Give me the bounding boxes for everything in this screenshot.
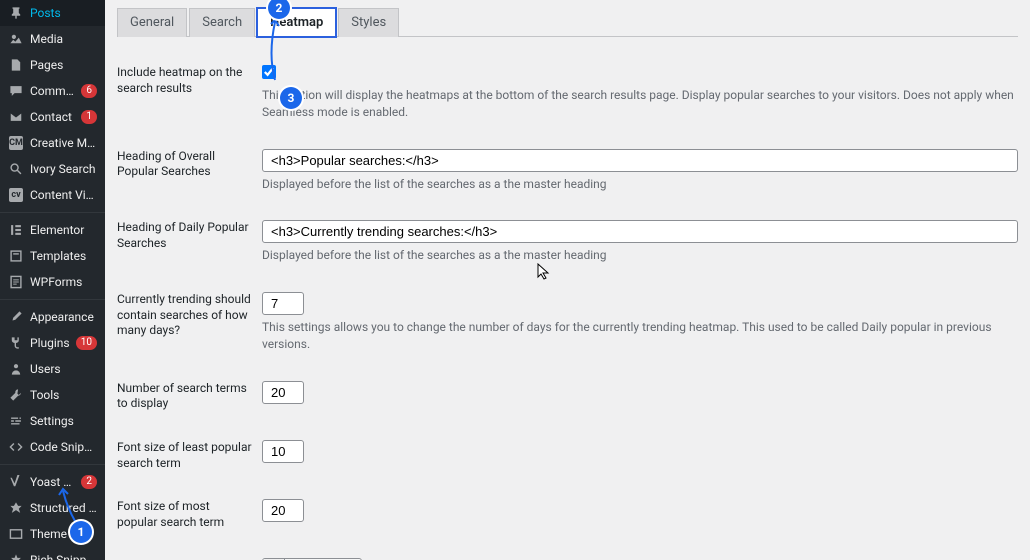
sidebar-item-ivory-search[interactable]: Ivory Search <box>0 156 105 182</box>
annotation-3: 3 <box>280 87 302 109</box>
checkbox-include-heatmap[interactable] <box>262 65 276 79</box>
sidebar-label: Tools <box>30 388 97 402</box>
sidebar-label: WPForms <box>30 275 97 289</box>
sidebar-label: Plugins <box>30 336 72 350</box>
badge: 1 <box>81 110 97 124</box>
sidebar-label: Code Snippets <box>30 440 97 454</box>
sidebar-item-settings[interactable]: Settings <box>0 408 105 434</box>
label-font-least: Font size of least popular search term <box>117 440 262 471</box>
sidebar-label: Posts <box>30 6 97 20</box>
input-trending-days[interactable] <box>262 292 304 315</box>
label-num-terms: Number of search terms to display <box>117 381 262 412</box>
label-font-most: Font size of most popular search term <box>117 499 262 530</box>
elementor-icon <box>8 222 24 238</box>
sidebar-item-users[interactable]: Users <box>0 356 105 382</box>
sidebar-item-yoast-seo[interactable]: Yoast SEO2 <box>0 469 105 495</box>
badge: 6 <box>81 84 97 98</box>
sidebar-label: Contact <box>30 110 77 124</box>
sidebar-item-templates[interactable]: Templates <box>0 243 105 269</box>
sidebar-label: Ivory Search <box>30 162 97 176</box>
input-overall-heading[interactable] <box>262 149 1018 172</box>
yoast-icon <box>8 474 24 490</box>
input-font-least[interactable] <box>262 440 304 463</box>
plug-icon <box>8 335 24 351</box>
badge: 10 <box>76 336 97 350</box>
tools-icon <box>8 387 24 403</box>
sidebar-label: Creative Mail <box>30 136 97 150</box>
cm-icon: CM <box>8 135 24 151</box>
theme-icon <box>8 526 24 542</box>
desc-trending-days: This settings allows you to change the n… <box>262 319 1018 353</box>
desc-overall-heading: Displayed before the list of the searche… <box>262 176 1018 193</box>
tab-general[interactable]: General <box>117 8 187 37</box>
wpforms-icon <box>8 274 24 290</box>
sidebar-label: Pages <box>30 58 97 72</box>
tab-search[interactable]: Search <box>189 8 255 37</box>
sidebar-item-rich-snippets[interactable]: Rich Snippets <box>0 547 105 560</box>
brush-icon <box>8 309 24 325</box>
input-daily-heading[interactable] <box>262 220 1018 243</box>
struct-icon <box>8 500 24 516</box>
sidebar-item-wpforms[interactable]: WPForms <box>0 269 105 295</box>
sidebar-label: Templates <box>30 249 97 263</box>
pin-icon <box>8 5 24 21</box>
tab-styles[interactable]: Styles <box>338 8 399 37</box>
page-icon <box>8 57 24 73</box>
users-icon <box>8 361 24 377</box>
label-trending-days: Currently trending should contain search… <box>117 292 262 353</box>
desc-daily-heading: Displayed before the list of the searche… <box>262 247 1018 264</box>
label-overall-heading: Heading of Overall Popular Searches <box>117 149 262 193</box>
sidebar-label: Appearance <box>30 310 97 324</box>
annotation-1: 1 <box>70 521 92 543</box>
code-icon <box>8 439 24 455</box>
templates-icon <box>8 248 24 264</box>
label-include-heatmap: Include heatmap on the search results <box>117 65 262 121</box>
sidebar-item-content-views[interactable]: cv Content Views <box>0 182 105 208</box>
sidebar-label: Rich Snippets <box>30 553 97 560</box>
settings-tabs: GeneralSearchHeatmapStyles <box>117 8 1018 37</box>
input-font-most[interactable] <box>262 499 304 522</box>
media-icon <box>8 31 24 47</box>
cv-icon: cv <box>8 187 24 203</box>
sidebar-item-plugins[interactable]: Plugins 10 <box>0 330 105 356</box>
sidebar-label: Comments <box>30 84 77 98</box>
sidebar-item-media[interactable]: Media <box>0 26 105 52</box>
admin-sidebar: Posts Media Pages Comments 6 Contact 1 CM Creati… <box>0 0 105 560</box>
sidebar-item-comments[interactable]: Comments 6 <box>0 78 105 104</box>
ivory-icon <box>8 161 24 177</box>
sidebar-item-posts[interactable]: Posts <box>0 0 105 26</box>
label-daily-heading: Heading of Daily Popular Searches <box>117 220 262 264</box>
sidebar-item-structured-data[interactable]: Structured Data <box>0 495 105 521</box>
sidebar-label: Settings <box>30 414 97 428</box>
sidebar-item-creative-mail[interactable]: CM Creative Mail <box>0 130 105 156</box>
sidebar-label: Elementor <box>30 223 97 237</box>
cursor-icon <box>537 263 551 281</box>
sidebar-item-contact[interactable]: Contact 1 <box>0 104 105 130</box>
main-content: GeneralSearchHeatmapStyles Include heatm… <box>105 0 1030 560</box>
mail-icon <box>8 109 24 125</box>
sidebar-label: Media <box>30 32 97 46</box>
sidebar-item-pages[interactable]: Pages <box>0 52 105 78</box>
sidebar-item-tools[interactable]: Tools <box>0 382 105 408</box>
arrow-1-icon <box>55 487 85 523</box>
sidebar-item-elementor[interactable]: Elementor <box>0 217 105 243</box>
input-num-terms[interactable] <box>262 381 304 404</box>
settings-icon <box>8 413 24 429</box>
rich-icon <box>8 552 24 560</box>
sidebar-item-code-snippets[interactable]: Code Snippets <box>0 434 105 460</box>
sidebar-label: Users <box>30 362 97 376</box>
desc-include-heatmap: This option will display the heatmaps at… <box>262 87 1018 121</box>
sidebar-item-appearance[interactable]: Appearance <box>0 304 105 330</box>
sidebar-label: Content Views <box>30 188 97 202</box>
comment-icon <box>8 83 24 99</box>
